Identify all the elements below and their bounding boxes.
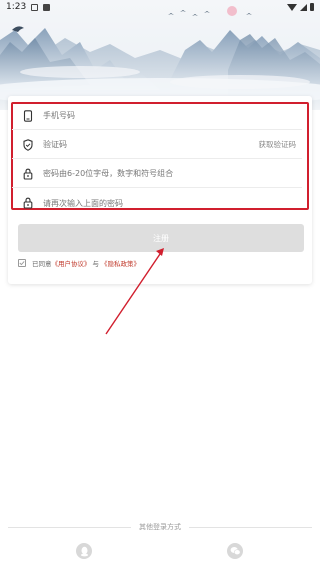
privacy-policy-link[interactable]: 《隐私政策》 (101, 258, 140, 268)
other-login-label: 其他登录方式 (139, 523, 181, 531)
get-code-button[interactable]: 获取验证码 (259, 139, 297, 150)
divider-line-left (8, 526, 131, 528)
notification-icon (43, 3, 51, 11)
phone-input[interactable] (43, 105, 302, 126)
code-field-row: 获取验证码 (12, 131, 302, 159)
mountain-art-icon (0, 6, 320, 110)
signal-icon (300, 3, 307, 11)
user-agreement-link[interactable]: 《用户协议》 (52, 258, 91, 268)
status-bar: 1:23 (0, 0, 320, 14)
image-icon (31, 3, 39, 11)
register-button[interactable]: 注册 (18, 224, 304, 252)
battery-icon (310, 3, 314, 11)
status-time: 1:23 (6, 2, 27, 12)
agreement-prefix: 已同意 (32, 260, 52, 268)
wechat-icon (230, 547, 240, 555)
phone-icon (21, 109, 35, 123)
code-input[interactable] (43, 134, 259, 155)
qq-login-button[interactable] (76, 543, 92, 559)
qq-icon (80, 546, 88, 556)
agreement-checkbox[interactable] (18, 259, 26, 267)
phone-field-row (12, 102, 302, 130)
divider-line-right (189, 526, 312, 528)
other-login-divider: 其他登录方式 (8, 520, 312, 534)
lock-icon (21, 196, 35, 210)
agreement-row: 已同意 《用户协议》 与 《隐私政策》 (18, 257, 140, 269)
header-landscape-image (0, 0, 320, 110)
status-right (287, 3, 314, 11)
password-input[interactable] (43, 163, 302, 184)
wifi-icon (287, 3, 297, 11)
wechat-login-button[interactable] (227, 543, 243, 559)
shield-icon (21, 138, 35, 152)
status-left: 1:23 (6, 2, 51, 12)
lock-icon (21, 167, 35, 181)
confirm-password-input[interactable] (43, 193, 302, 213)
register-form-card: 获取验证码 注册 已同意 《用户协议》 与 《隐私政策》 (8, 96, 312, 284)
password-field-row (12, 160, 302, 188)
confirm-password-field-row (12, 189, 302, 217)
agreement-connector: 与 (92, 260, 100, 268)
